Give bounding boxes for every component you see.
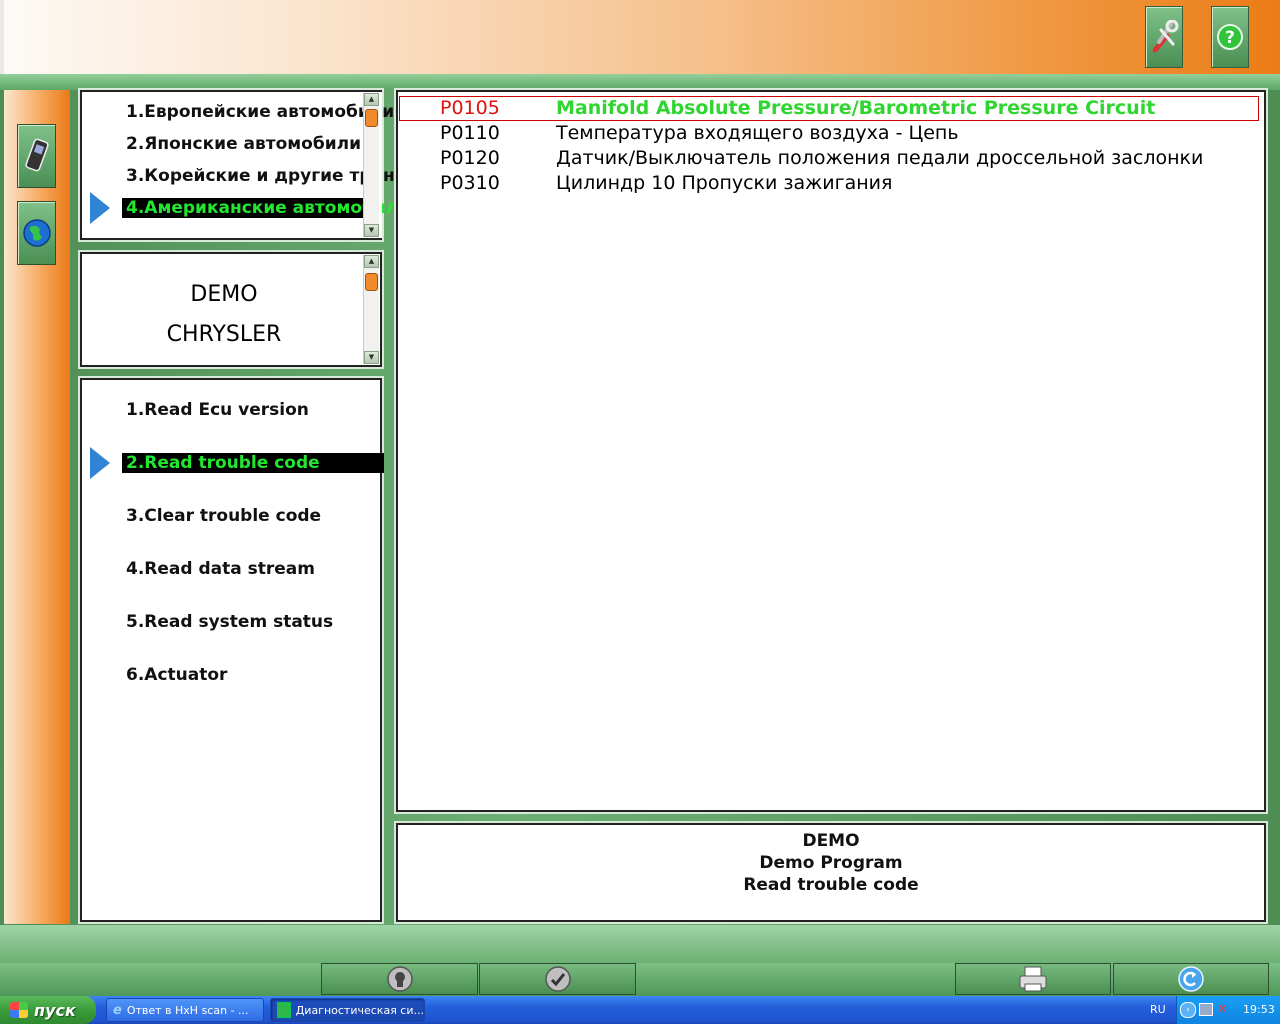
dtc-row[interactable]: P0110 Температура входящего воздуха - Це… (400, 122, 1258, 145)
vehicle-connect-icon (386, 966, 413, 992)
function-read-trouble-code[interactable]: 2.Read trouble code (122, 453, 384, 473)
dtc-code: P0105 (440, 97, 500, 119)
dtc-code: P0120 (440, 147, 500, 169)
language-indicator[interactable]: RU (1150, 1003, 1166, 1016)
scroll-thumb[interactable] (365, 109, 378, 127)
taskbar-item-diagnostic[interactable]: Диагностическая си... (270, 998, 425, 1022)
taskbar-item-label: Ответ в HxH scan - ... (126, 1003, 249, 1017)
start-button[interactable]: пуск (0, 996, 96, 1024)
dtc-code: P0310 (440, 172, 500, 194)
windows-logo-icon (10, 1002, 28, 1018)
dtc-row[interactable]: P0105 Manifold Absolute Pressure/Baromet… (399, 96, 1259, 121)
selection-arrow-icon (90, 192, 110, 224)
function-read-system-status[interactable]: 5.Read system status (122, 612, 337, 632)
vehicle-scrollbar[interactable]: ▲ ▼ (363, 255, 379, 364)
function-read-data-stream[interactable]: 4.Read data stream (122, 559, 319, 579)
globe-icon (22, 219, 51, 247)
trouble-code-list: P0105 Manifold Absolute Pressure/Baromet… (396, 90, 1266, 812)
dtc-description: Датчик/Выключатель положения педали дрос… (556, 147, 1204, 169)
back-button[interactable] (1113, 963, 1269, 995)
status-line1: DEMO (802, 831, 860, 851)
tools-button[interactable] (1145, 6, 1183, 68)
scroll-down-icon[interactable]: ▼ (364, 351, 379, 364)
app-icon (277, 1002, 291, 1018)
dtc-code: P0110 (440, 122, 500, 144)
function-clear-trouble-code[interactable]: 3.Clear trouble code (122, 506, 325, 526)
svg-text:?: ? (1225, 28, 1235, 48)
make-menu-scrollbar[interactable]: ▲ ▼ (363, 93, 379, 237)
vehicle-line1: DEMO (190, 282, 258, 307)
footer-band (0, 925, 1280, 963)
function-actuator[interactable]: 6.Actuator (122, 665, 231, 685)
globe-button[interactable] (17, 201, 56, 265)
menu-item-japanese[interactable]: 2.Японские автомобили (122, 134, 365, 154)
vehicle-panel: DEMO CHRYSLER ▲ ▼ (80, 252, 382, 367)
dtc-description: Температура входящего воздуха - Цепь (556, 122, 959, 144)
status-panel: DEMO Demo Program Read trouble code (396, 823, 1266, 922)
ie-icon: e (113, 1002, 122, 1018)
taskbar-item-browser[interactable]: e Ответ в HxH scan - ... (106, 998, 264, 1022)
scroll-thumb[interactable] (365, 273, 378, 291)
scroll-up-icon[interactable]: ▲ (364, 93, 379, 106)
menu-item-european[interactable]: 1.Европейские автомобили (122, 102, 398, 122)
top-banner (0, 0, 1280, 74)
clock: 19:53 (1243, 1003, 1275, 1016)
dtc-row[interactable]: P0120 Датчик/Выключатель положения педал… (400, 147, 1258, 170)
help-icon: ? (1217, 24, 1243, 50)
tools-icon (1152, 20, 1179, 53)
dtc-row[interactable]: P0310 Цилиндр 10 Пропуски зажигания (400, 172, 1258, 195)
vehicle-line2: CHRYSLER (166, 322, 282, 347)
function-read-ecu-version[interactable]: 1.Read Ecu version (122, 400, 313, 420)
scanner-device-icon (24, 138, 49, 172)
help-button[interactable]: ? (1211, 6, 1249, 68)
taskbar-item-label: Диагностическая си... (295, 1003, 424, 1017)
dtc-description: Manifold Absolute Pressure/Barometric Pr… (556, 97, 1156, 119)
selection-arrow-icon (90, 447, 110, 479)
scroll-down-icon[interactable]: ▼ (364, 224, 379, 237)
security-alert-icon[interactable]: ✕ (1217, 1002, 1228, 1017)
back-icon (1178, 966, 1204, 992)
check-icon (544, 966, 571, 992)
function-menu-panel: 1.Read Ecu version 2.Read trouble code 3… (80, 378, 384, 922)
system-tray: ‹ ✕ 19:53 (1176, 996, 1280, 1024)
print-button[interactable] (955, 963, 1111, 995)
device-button[interactable] (17, 124, 56, 188)
tray-expand-icon[interactable]: ‹ (1180, 1002, 1196, 1018)
status-line2: Demo Program (759, 853, 903, 873)
printer-icon (1019, 966, 1047, 992)
start-label: пуск (34, 1000, 76, 1020)
header-band (0, 74, 1280, 90)
dtc-description: Цилиндр 10 Пропуски зажигания (556, 172, 893, 194)
connect-button[interactable] (321, 963, 478, 995)
network-icon[interactable] (1199, 1003, 1213, 1016)
status-line3: Read trouble code (743, 875, 919, 895)
scroll-up-icon[interactable]: ▲ (364, 255, 379, 268)
make-menu-panel: 1.Европейские автомобили 2.Японские авто… (80, 90, 585, 240)
menu-item-american[interactable]: 4.Американские автомобили (122, 198, 410, 218)
confirm-button[interactable] (479, 963, 636, 995)
